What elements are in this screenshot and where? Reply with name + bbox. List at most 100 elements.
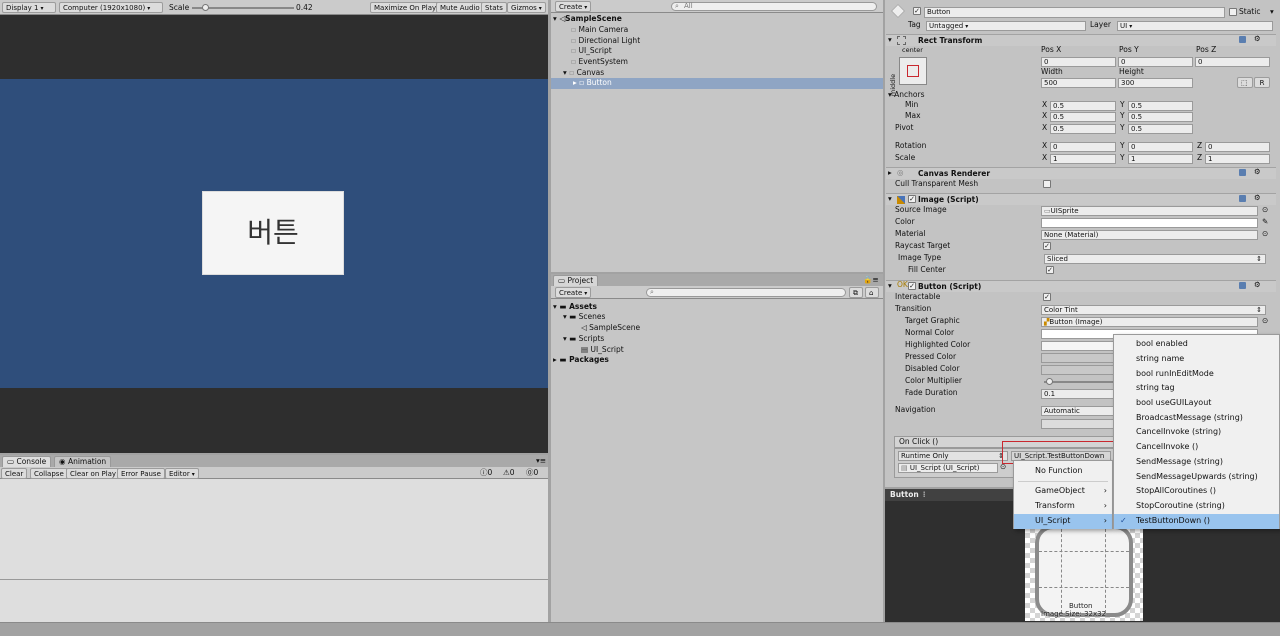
width-field[interactable]: 500 (1041, 78, 1116, 88)
hierarchy-item-main-camera[interactable]: ▫ Main Camera (571, 25, 628, 35)
tab-console[interactable]: ▭ Console (2, 456, 52, 467)
help-icon[interactable] (1239, 195, 1246, 202)
hierarchy-create-dropdown[interactable]: Create (555, 1, 592, 12)
material-field[interactable]: None (Material) (1041, 230, 1258, 240)
fade-duration-field[interactable]: 0.1 (1041, 389, 1116, 399)
object-field[interactable]: ▤ UI_Script (UI_Script) (898, 463, 998, 473)
foldout-arrow[interactable]: ▾ (888, 194, 892, 204)
project-search[interactable]: ⌕ (646, 288, 846, 297)
scene-root[interactable]: ▾ ◁SampleScene (553, 14, 622, 24)
menu-item-testbuttondown[interactable]: ✓ TestButtonDown () (1114, 514, 1279, 529)
image-type-dropdown[interactable]: Sliced ⇕ (1044, 254, 1266, 264)
menu-item-stopallcoroutines[interactable]: StopAllCoroutines () (1114, 484, 1279, 499)
raycast-checkbox[interactable]: ✓ (1043, 242, 1051, 250)
hierarchy-item-button[interactable]: ▸ ▫ Button (551, 78, 883, 89)
error-count[interactable]: ⓪0 (526, 468, 538, 478)
filter-type-icon[interactable]: ⧉ (849, 287, 863, 298)
collapse-button[interactable]: Collapse (30, 468, 68, 479)
hierarchy-item-canvas[interactable]: ▾ ▫ Canvas (563, 68, 604, 78)
menu-item-bool-runineditmode[interactable]: bool runInEditMode (1114, 367, 1279, 382)
raw-edit-button[interactable]: R (1254, 77, 1270, 88)
active-checkbox[interactable]: ✓ (913, 7, 921, 15)
menu-item-transform[interactable]: Transform › (1014, 499, 1112, 514)
object-picker-icon[interactable]: ⊙ (1262, 229, 1268, 239)
settings-gear-icon[interactable]: ⚙ (1254, 280, 1261, 290)
foldout-arrow[interactable]: ▸ (888, 168, 892, 178)
image-enabled-checkbox[interactable]: ✓ (908, 195, 916, 203)
height-field[interactable]: 300 (1118, 78, 1193, 88)
runtime-dropdown[interactable]: Runtime Only ⇕ (898, 451, 1008, 461)
settings-gear-icon[interactable]: ⚙ (1254, 193, 1261, 203)
warning-count[interactable]: ⚠0 (503, 468, 515, 478)
info-count[interactable]: ⓘ0 (480, 468, 492, 478)
resolution-dropdown[interactable]: Computer (1920x1080) (59, 2, 163, 13)
highlighted-color-swatch[interactable] (1041, 341, 1116, 351)
gizmos-dropdown[interactable]: Gizmos (507, 2, 546, 13)
eyedropper-icon[interactable]: ✎ (1262, 217, 1268, 227)
blueprint-mode-button[interactable]: ⬚ (1237, 77, 1253, 88)
clear-on-play-button[interactable]: Clear on Play (66, 468, 121, 479)
tab-animation[interactable]: ◉ Animation (54, 456, 112, 467)
anchors-foldout[interactable]: ▾ Anchors (888, 90, 925, 100)
editor-dropdown[interactable]: Editor (165, 468, 199, 479)
menu-item-sendmessageupwards[interactable]: SendMessageUpwards (string) (1114, 470, 1279, 485)
image-header[interactable]: Image (Script) (886, 193, 1276, 205)
static-dropdown-icon[interactable]: ▾ (1270, 7, 1274, 17)
menu-item-gameobject[interactable]: GameObject › (1014, 484, 1112, 499)
transition-dropdown[interactable]: Color Tint ⇕ (1041, 305, 1266, 315)
scale-slider-thumb[interactable] (201, 4, 209, 11)
sc-z-field[interactable]: 1 (1205, 154, 1270, 164)
pressed-color-swatch[interactable] (1041, 353, 1116, 363)
hierarchy-search[interactable]: ⌕ All (671, 2, 877, 11)
rot-x-field[interactable]: 0 (1050, 142, 1116, 152)
menu-item-string-tag[interactable]: string tag (1114, 381, 1279, 396)
help-icon[interactable] (1239, 282, 1246, 289)
canvas-renderer-header[interactable]: Canvas Renderer (886, 167, 1276, 179)
pivot-y-field[interactable]: 0.5 (1128, 124, 1193, 134)
target-graphic-field[interactable]: ▞Button (Image) (1041, 317, 1258, 327)
button-enabled-checkbox[interactable]: ✓ (908, 282, 916, 290)
maximize-on-play-button[interactable]: Maximize On Play (370, 2, 441, 13)
scale-slider[interactable] (192, 4, 294, 11)
menu-item-cancelinvoke[interactable]: CancelInvoke () (1114, 440, 1279, 455)
pivot-x-field[interactable]: 0.5 (1050, 124, 1116, 134)
color-multiplier-slider[interactable] (1044, 378, 1114, 385)
lock-icon[interactable]: 🔒≡ (863, 275, 879, 285)
posz-field[interactable]: 0 (1195, 57, 1270, 67)
sc-x-field[interactable]: 1 (1050, 154, 1116, 164)
posy-field[interactable]: 0 (1118, 57, 1193, 67)
menu-item-sendmessage[interactable]: SendMessage (string) (1114, 455, 1279, 470)
filter-label-icon[interactable]: ⌂ (865, 287, 879, 298)
hierarchy-item-ui-script[interactable]: ▫ UI_Script (571, 46, 612, 56)
fill-center-checkbox[interactable]: ✓ (1046, 266, 1054, 274)
object-picker-icon[interactable]: ⊙ (1262, 205, 1268, 215)
mute-audio-button[interactable]: Mute Audio (436, 2, 484, 13)
menu-item-bool-enabled[interactable]: bool enabled (1114, 337, 1279, 352)
disabled-color-swatch[interactable] (1041, 365, 1116, 375)
max-y-field[interactable]: 0.5 (1128, 112, 1193, 122)
visualize-button[interactable] (1041, 419, 1116, 429)
tag-dropdown[interactable]: Untagged (926, 21, 1086, 31)
navigation-dropdown[interactable]: Automatic (1041, 406, 1116, 416)
min-x-field[interactable]: 0.5 (1050, 101, 1116, 111)
help-icon[interactable] (1239, 36, 1246, 43)
project-create-dropdown[interactable]: Create (555, 287, 592, 298)
display-dropdown[interactable]: Display 1 (2, 2, 56, 13)
settings-gear-icon[interactable]: ⚙ (1254, 167, 1261, 177)
clear-button[interactable]: Clear (1, 468, 28, 479)
hierarchy-item-directional-light[interactable]: ▫ Directional Light (571, 36, 640, 46)
help-icon[interactable] (1239, 169, 1246, 176)
menu-item-stopcoroutine[interactable]: StopCoroutine (string) (1114, 499, 1279, 514)
stats-button[interactable]: Stats (481, 2, 507, 13)
project-scripts[interactable]: ▾ ▬ Scripts (563, 334, 604, 344)
error-pause-button[interactable]: Error Pause (117, 468, 165, 479)
posx-field[interactable]: 0 (1041, 57, 1116, 67)
preview-menu-icon[interactable]: ⁝ (923, 490, 926, 499)
menu-item-no-function[interactable]: No Function (1014, 464, 1112, 479)
interactable-checkbox[interactable]: ✓ (1043, 293, 1051, 301)
menu-item-broadcastmessage[interactable]: BroadcastMessage (string) (1114, 411, 1279, 426)
settings-gear-icon[interactable]: ⚙ (1254, 34, 1261, 44)
cull-checkbox[interactable] (1043, 180, 1051, 188)
min-y-field[interactable]: 0.5 (1128, 101, 1193, 111)
project-ui-script[interactable]: ▤ UI_Script (581, 345, 624, 355)
